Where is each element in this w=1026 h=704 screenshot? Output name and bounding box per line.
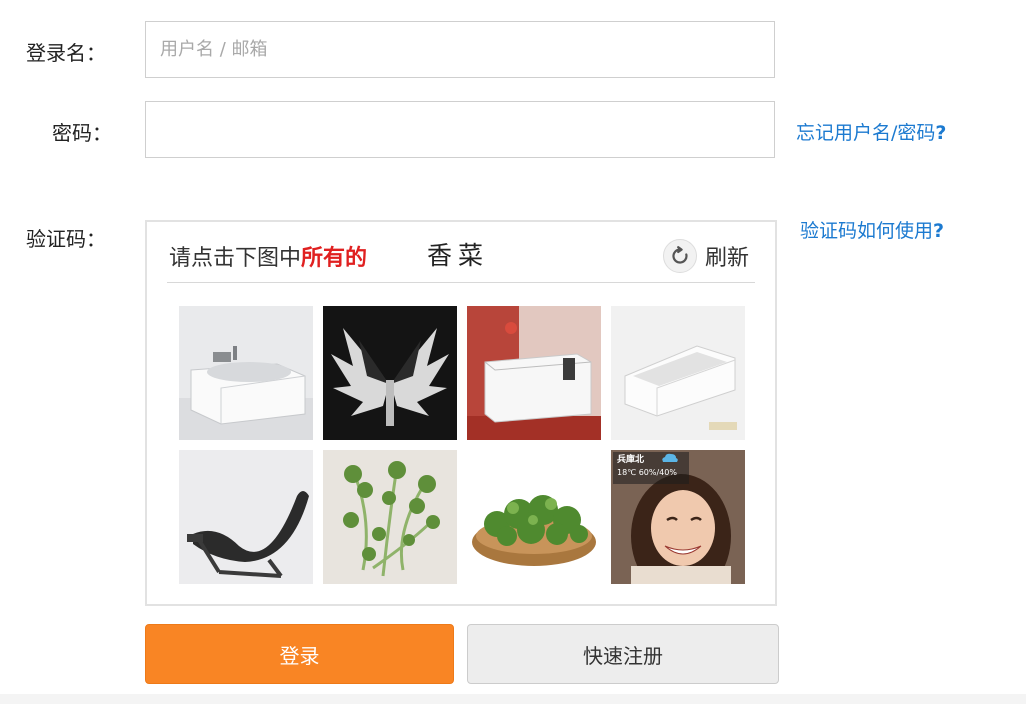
refresh-button[interactable]: 刷新	[662, 238, 749, 274]
captcha-target-word: 香菜	[427, 241, 490, 270]
instruction-emphasis: 所有的	[301, 246, 368, 271]
captcha-help-question: ?	[933, 220, 945, 242]
login-button[interactable]: 登录	[145, 624, 454, 684]
captcha-help-link[interactable]: 验证码如何使用?	[800, 216, 944, 243]
captcha-tile-bathtub-3[interactable]	[611, 306, 745, 440]
captcha-header: 请点击下图中所有的 香菜 刷新	[167, 236, 755, 283]
captcha-tile-wings[interactable]	[323, 306, 457, 440]
password-input[interactable]	[145, 101, 775, 158]
refresh-icon[interactable]	[662, 239, 697, 273]
captcha-tile-tv-woman[interactable]: 兵庫北 18℃ 60%/40%	[611, 450, 745, 584]
username-label: 登录名：	[26, 41, 106, 65]
captcha-tile-coriander[interactable]	[323, 450, 457, 584]
login-page: 登录名： 密码： 忘记用户名/密码? 验证码： 验证码如何使用? 请点击下图中所…	[0, 0, 1026, 704]
weather-icon	[661, 452, 679, 464]
forgot-password-link[interactable]: 忘记用户名/密码?	[796, 118, 946, 145]
refresh-label: 刷新	[704, 246, 749, 271]
tv-overlay-weather: 18℃ 60%/40%	[617, 468, 677, 477]
page-footer-strip	[0, 694, 1026, 704]
forgot-password-text: 忘记用户名/密码	[796, 122, 936, 144]
captcha-tile-bathtub-2[interactable]	[467, 306, 601, 440]
captcha-tile-bathtub-1[interactable]	[179, 306, 313, 440]
captcha-panel: 请点击下图中所有的 香菜 刷新 兵庫北 18℃ 60%/40%	[145, 220, 777, 606]
captcha-instruction: 请点击下图中所有的	[169, 240, 367, 272]
instruction-prefix: 请点击下图中	[169, 246, 302, 271]
captcha-tile-lounge-chair[interactable]	[179, 450, 313, 584]
forgot-password-question: ?	[935, 122, 947, 144]
captcha-tile-coriander-basket[interactable]	[467, 450, 601, 584]
captcha-label: 验证码：	[26, 227, 106, 251]
username-input[interactable]	[145, 21, 775, 78]
register-button[interactable]: 快速注册	[467, 624, 779, 684]
tv-overlay-location: 兵庫北	[617, 455, 645, 465]
password-label: 密码：	[52, 121, 112, 145]
captcha-help-text: 验证码如何使用	[800, 220, 934, 242]
